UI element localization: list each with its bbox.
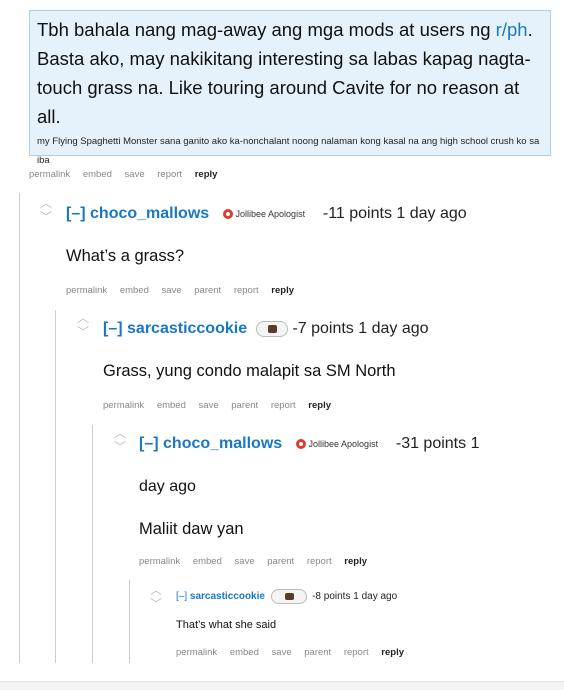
parent-link[interactable]: parent: [304, 647, 331, 658]
collapse-toggle[interactable]: [–]: [176, 591, 187, 602]
post-text-start: Tbh bahala nang mag-away ang mga mods at…: [37, 19, 496, 40]
comment-header: [–] sarcasticcookie -7 points 1 day ago: [103, 320, 429, 338]
report-link[interactable]: report: [157, 169, 182, 180]
downvote-icon[interactable]: ﹀: [76, 326, 90, 338]
score: -31 points 1: [395, 435, 480, 452]
comment-body: Grass, yung condo malapit sa SM North: [103, 362, 396, 380]
reply-link[interactable]: reply: [195, 169, 218, 180]
comment-actions: permalink embed save parent report reply: [176, 647, 414, 658]
save-link[interactable]: save: [162, 285, 182, 296]
upvote-icon[interactable]: ︿: [149, 584, 163, 596]
reply-link[interactable]: reply: [308, 400, 331, 411]
permalink-link[interactable]: permalink: [66, 285, 107, 296]
score: -7 points: [292, 320, 354, 337]
user-flair: Jollibee Apologist: [308, 438, 379, 449]
quoted-post: Tbh bahala nang mag-away ang mga mods at…: [29, 10, 551, 166]
comment-actions: permalink embed save parent report reply: [103, 400, 341, 411]
downvote-icon[interactable]: ﹀: [39, 211, 53, 223]
reply-link[interactable]: reply: [344, 556, 367, 567]
embed-link[interactable]: embed: [193, 556, 222, 567]
cookie-icon: [255, 320, 288, 337]
collapse-toggle[interactable]: [–]: [139, 435, 159, 452]
permalink-link[interactable]: permalink: [29, 169, 70, 180]
jollibee-icon: [295, 438, 306, 449]
thread-line[interactable]: [129, 580, 130, 663]
cookie-icon: [270, 589, 307, 604]
user-flair: Jollibee Apologist: [235, 208, 306, 219]
timestamp: 1 day ago: [358, 320, 429, 337]
comment-body: That’s what she said: [176, 619, 277, 631]
timestamp: 1 day ago: [396, 205, 467, 222]
comment-body: What’s a grass?: [66, 247, 184, 265]
parent-link[interactable]: parent: [194, 285, 221, 296]
permalink-link[interactable]: permalink: [103, 400, 144, 411]
post-actions: permalink embed save report reply: [29, 169, 227, 180]
collapse-toggle[interactable]: [–]: [66, 205, 86, 222]
report-link[interactable]: report: [271, 400, 296, 411]
comment-actions: permalink embed save parent report reply: [139, 556, 377, 567]
subreddit-link[interactable]: r/ph: [496, 19, 528, 40]
comment-header: [–] choco_mallows Jollibee Apologist -11…: [66, 205, 467, 223]
comment-header: [–] sarcasticcookie -8 points 1 day ago: [176, 589, 397, 604]
jollibee-icon: [222, 208, 233, 219]
thread-line[interactable]: [19, 193, 20, 663]
upvote-icon[interactable]: ︿: [39, 197, 53, 209]
timestamp: day ago: [139, 478, 196, 495]
save-link[interactable]: save: [199, 400, 219, 411]
thread-line[interactable]: [55, 310, 56, 663]
reply-link[interactable]: reply: [271, 285, 294, 296]
report-link[interactable]: report: [344, 647, 369, 658]
thread-line[interactable]: [92, 425, 93, 663]
comment-actions: permalink embed save parent report reply: [66, 285, 304, 296]
report-link[interactable]: report: [234, 285, 259, 296]
timestamp: 1 day ago: [353, 591, 398, 603]
upvote-icon[interactable]: ︿: [76, 312, 90, 324]
post-text: Tbh bahala nang mag-away ang mga mods at…: [37, 15, 543, 131]
comment-header: [–] choco_mallows Jollibee Apologist -31…: [139, 435, 479, 453]
save-link[interactable]: save: [272, 647, 292, 658]
report-link[interactable]: report: [307, 556, 332, 567]
author-link[interactable]: choco_mallows: [90, 205, 209, 222]
permalink-link[interactable]: permalink: [176, 647, 217, 658]
score: -11 points: [322, 205, 392, 222]
save-link[interactable]: save: [235, 556, 255, 567]
comment-body: Maliit daw yan: [139, 520, 244, 538]
reply-link[interactable]: reply: [381, 647, 404, 658]
author-link[interactable]: sarcasticcookie: [127, 320, 247, 337]
embed-link[interactable]: embed: [230, 647, 259, 658]
upvote-icon[interactable]: ︿: [113, 427, 127, 439]
save-link[interactable]: save: [125, 169, 145, 180]
parent-link[interactable]: parent: [231, 400, 258, 411]
score: -8 points: [312, 591, 351, 603]
embed-link[interactable]: embed: [120, 285, 149, 296]
embed-link[interactable]: embed: [157, 400, 186, 411]
downvote-icon[interactable]: ﹀: [113, 441, 127, 453]
collapse-toggle[interactable]: [–]: [103, 320, 123, 337]
parent-link[interactable]: parent: [267, 556, 294, 567]
downvote-icon[interactable]: ﹀: [149, 598, 163, 610]
permalink-link[interactable]: permalink: [139, 556, 180, 567]
author-link[interactable]: choco_mallows: [163, 435, 282, 452]
post-small-text: my Flying Spaghetti Monster sana ganito …: [37, 136, 540, 166]
embed-link[interactable]: embed: [83, 169, 112, 180]
author-link[interactable]: sarcasticcookie: [190, 591, 265, 602]
